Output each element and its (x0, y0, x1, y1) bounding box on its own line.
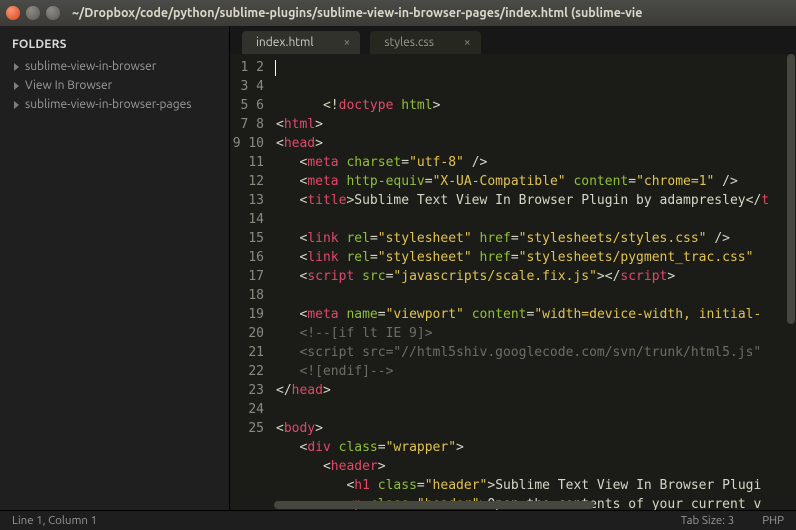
folder-item[interactable]: sublime-view-in-browser (0, 57, 229, 76)
line-gutter: 1 2 3 4 5 6 7 8 9 10 11 12 13 14 15 16 1… (230, 54, 274, 510)
folder-item[interactable]: sublime-view-in-browser-pages (0, 95, 229, 114)
sidebar: FOLDERS sublime-view-in-browser View In … (0, 26, 230, 510)
folder-item[interactable]: View In Browser (0, 76, 229, 95)
window-minimize-icon[interactable] (26, 6, 40, 20)
text-cursor (275, 60, 276, 76)
status-bar: Line 1, Column 1 Tab Size: 3 PHP (0, 510, 796, 530)
status-syntax[interactable]: PHP (748, 514, 784, 527)
code-editor[interactable]: 1 2 3 4 5 6 7 8 9 10 11 12 13 14 15 16 1… (230, 54, 796, 510)
tab-styles-css[interactable]: styles.css × (370, 31, 480, 54)
tab-bar: index.html × styles.css × (230, 26, 796, 54)
code-content[interactable]: <!doctype html> <html> <head> <meta char… (274, 54, 796, 510)
scrollbar-thumb[interactable] (787, 54, 795, 324)
sidebar-heading: FOLDERS (0, 34, 229, 57)
status-position[interactable]: Line 1, Column 1 (12, 514, 111, 527)
close-icon[interactable]: × (344, 36, 351, 49)
window-close-icon[interactable] (6, 6, 20, 20)
window-titlebar: ~/Dropbox/code/python/sublime-plugins/su… (0, 0, 796, 26)
chevron-right-icon (14, 101, 19, 109)
window-title: ~/Dropbox/code/python/sublime-plugins/su… (72, 6, 642, 20)
editor-area: index.html × styles.css × 1 2 3 4 5 6 7 … (230, 26, 796, 510)
close-icon[interactable]: × (464, 36, 471, 49)
window-maximize-icon[interactable] (46, 6, 60, 20)
horizontal-scrollbar[interactable] (274, 500, 794, 510)
tab-index-html[interactable]: index.html × (242, 31, 360, 54)
status-tabsize[interactable]: Tab Size: 3 (667, 514, 749, 527)
chevron-right-icon (14, 82, 19, 90)
folder-label: View In Browser (25, 79, 112, 92)
chevron-right-icon (14, 63, 19, 71)
tab-label: styles.css (384, 36, 434, 49)
folder-label: sublime-view-in-browser-pages (25, 98, 191, 111)
scrollbar-thumb[interactable] (274, 501, 594, 509)
folder-label: sublime-view-in-browser (25, 60, 156, 73)
vertical-scrollbar[interactable] (786, 54, 796, 500)
tab-label: index.html (256, 36, 314, 49)
